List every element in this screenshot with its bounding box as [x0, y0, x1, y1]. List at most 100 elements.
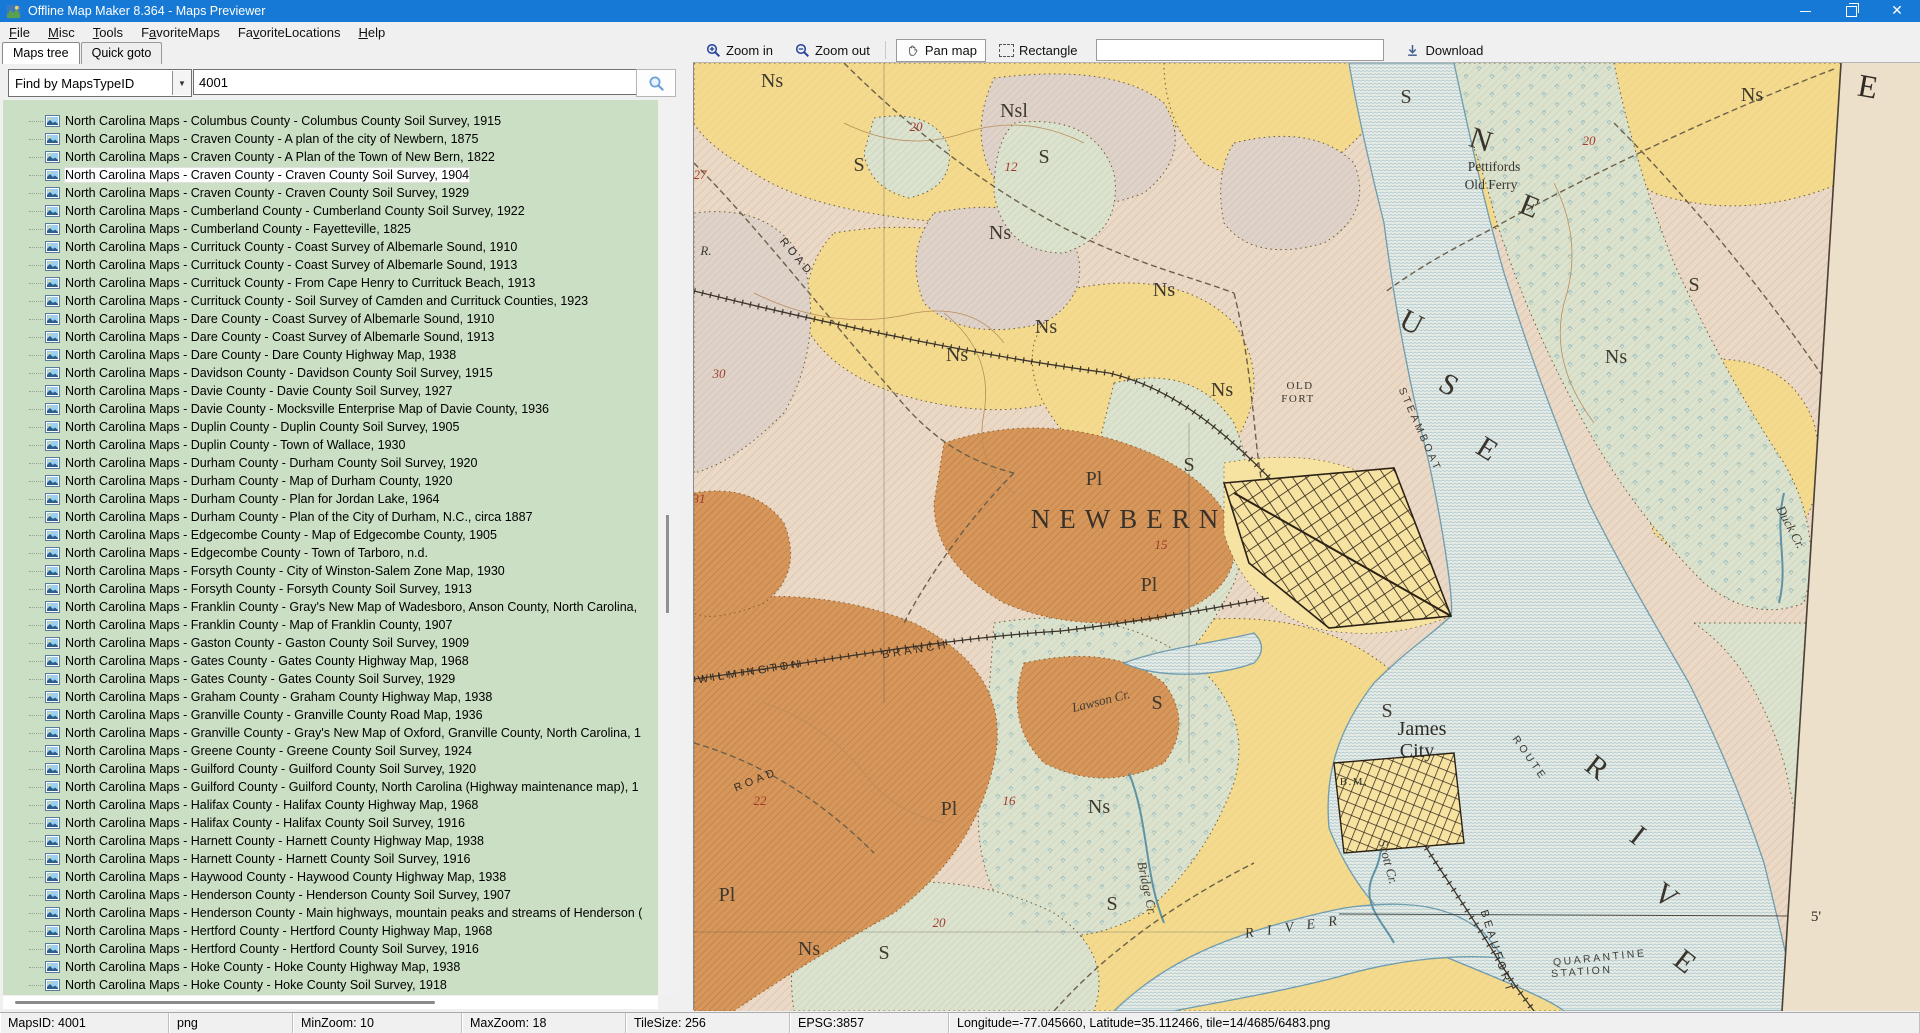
tree-row[interactable]: North Carolina Maps - Currituck County -…	[3, 256, 658, 274]
tree-row[interactable]: North Carolina Maps - Graham County - Gr…	[3, 688, 658, 706]
menu-item-help[interactable]: Help	[349, 24, 394, 41]
tree-row[interactable]: North Carolina Maps - Gates County - Gat…	[3, 652, 658, 670]
menu-item-favoritelocations[interactable]: FavoriteLocations	[229, 24, 350, 41]
tree-row[interactable]: North Carolina Maps - Henderson County -…	[3, 904, 658, 922]
map-toolbar-input[interactable]	[1096, 39, 1384, 61]
tree-row[interactable]: North Carolina Maps - Davie County - Moc…	[3, 400, 658, 418]
tree-row[interactable]: North Carolina Maps - Halifax County - H…	[3, 796, 658, 814]
tree-row[interactable]: North Carolina Maps - Halifax County - H…	[3, 814, 658, 832]
tree-row[interactable]: North Carolina Maps - Cumberland County …	[3, 220, 658, 238]
tree-row[interactable]: North Carolina Maps - Dare County - Dare…	[3, 346, 658, 364]
find-by-dropdown-value: Find by MapsTypeID	[9, 76, 172, 91]
zoom-out-label: Zoom out	[815, 43, 870, 58]
tree-horizontal-scrollbar[interactable]	[3, 996, 658, 1009]
map-image-icon	[45, 547, 60, 559]
tree-row[interactable]: North Carolina Maps - Haywood County - H…	[3, 868, 658, 886]
tab-maps-tree[interactable]: Maps tree	[2, 42, 80, 64]
tree-row[interactable]: North Carolina Maps - Craven County - A …	[3, 130, 658, 148]
tree-row[interactable]: North Carolina Maps - Edgecombe County -…	[3, 526, 658, 544]
tree-row[interactable]: North Carolina Maps - Harnett County - H…	[3, 832, 658, 850]
tree-row[interactable]: North Carolina Maps - Craven County - Cr…	[3, 166, 658, 184]
download-button[interactable]: Download	[1396, 39, 1492, 62]
tree-row[interactable]: North Carolina Maps - Greene County - Gr…	[3, 742, 658, 760]
tree-row-label: North Carolina Maps - Currituck County -…	[65, 294, 588, 308]
map-image-icon	[45, 133, 60, 145]
rectangle-button[interactable]: Rectangle	[990, 39, 1087, 62]
tree-row[interactable]: North Carolina Maps - Durham County - Ma…	[3, 472, 658, 490]
tree-row[interactable]: North Carolina Maps - Cumberland County …	[3, 202, 658, 220]
tree-row[interactable]: North Carolina Maps - Currituck County -…	[3, 238, 658, 256]
tree-row[interactable]: North Carolina Maps - Hertford County - …	[3, 922, 658, 940]
tree-row-label: North Carolina Maps - Haywood County - H…	[65, 870, 506, 884]
tab-quick-goto[interactable]: Quick goto	[81, 42, 163, 64]
tree-row[interactable]: North Carolina Maps - Guilford County - …	[3, 760, 658, 778]
zoom-out-button[interactable]: Zoom out	[786, 39, 879, 62]
menu-item-file[interactable]: File	[0, 24, 39, 41]
tree-connector	[29, 427, 43, 428]
status-cell-4: TileSize: 256	[626, 1013, 790, 1033]
tree-row[interactable]: North Carolina Maps - Durham County - Pl…	[3, 508, 658, 526]
map-preview[interactable]: PettifordsOld FerryNEUSERIVESTEAMBOATROU…	[693, 62, 1920, 1010]
tree-horizontal-scrollbar-thumb[interactable]	[15, 1001, 435, 1004]
menu-item-favoritemaps[interactable]: FavoriteMaps	[132, 24, 229, 41]
zoom-in-button[interactable]: Zoom in	[697, 39, 782, 62]
tree-row[interactable]: North Carolina Maps - Henderson County -…	[3, 886, 658, 904]
tree-row[interactable]: North Carolina Maps - Gaston County - Ga…	[3, 634, 658, 652]
tree-row[interactable]: North Carolina Maps - Duplin County - To…	[3, 436, 658, 454]
tree-row[interactable]: North Carolina Maps - Currituck County -…	[3, 292, 658, 310]
tree-row[interactable]: North Carolina Maps - Davie County - Dav…	[3, 382, 658, 400]
map-image-icon	[45, 241, 60, 253]
tree-row[interactable]: North Carolina Maps - Davidson County - …	[3, 364, 658, 382]
tree-connector	[29, 877, 43, 878]
tree-row[interactable]: North Carolina Maps - Granville County -…	[3, 706, 658, 724]
pan-map-button[interactable]: Pan map	[896, 39, 986, 62]
tree-row-label: North Carolina Maps - Harnett County - H…	[65, 852, 471, 866]
tree-connector	[29, 823, 43, 824]
tree-row[interactable]: North Carolina Maps - Franklin County - …	[3, 616, 658, 634]
tree-row[interactable]: North Carolina Maps - Guilford County - …	[3, 778, 658, 796]
tree-row[interactable]: North Carolina Maps - Harnett County - H…	[3, 850, 658, 868]
search-button[interactable]	[636, 69, 676, 97]
search-input[interactable]	[193, 69, 641, 95]
tree-row-label: North Carolina Maps - Hertford County - …	[65, 924, 492, 938]
find-by-dropdown[interactable]: Find by MapsTypeID ▼	[8, 69, 192, 97]
tree-row[interactable]: North Carolina Maps - Craven County - Cr…	[3, 184, 658, 202]
chevron-down-icon: ▼	[172, 71, 191, 95]
tree-row-label: North Carolina Maps - Currituck County -…	[65, 258, 517, 272]
map-image-icon	[45, 439, 60, 451]
tree-row[interactable]: North Carolina Maps - Forsyth County - F…	[3, 580, 658, 598]
tree-row[interactable]: North Carolina Maps - Craven County - A …	[3, 148, 658, 166]
tree-row[interactable]: North Carolina Maps - Dare County - Coas…	[3, 310, 658, 328]
tree-row[interactable]: North Carolina Maps - Granville County -…	[3, 724, 658, 742]
minimize-button[interactable]	[1782, 0, 1828, 22]
tree-row[interactable]: North Carolina Maps - Duplin County - Du…	[3, 418, 658, 436]
tree-row[interactable]: North Carolina Maps - Currituck County -…	[3, 274, 658, 292]
tree-row[interactable]: North Carolina Maps - Forsyth County - C…	[3, 562, 658, 580]
tree-row[interactable]: North Carolina Maps - Durham County - Pl…	[3, 490, 658, 508]
map-label: 30	[712, 366, 727, 381]
tree-row[interactable]: North Carolina Maps - Gates County - Gat…	[3, 670, 658, 688]
map-label: 20	[910, 119, 924, 134]
tree-row-label: North Carolina Maps - Henderson County -…	[65, 888, 511, 902]
close-button[interactable]: ✕	[1874, 0, 1920, 22]
tree-row[interactable]: North Carolina Maps - Hertford County - …	[3, 940, 658, 958]
tree-row-label: North Carolina Maps - Craven County - A …	[65, 150, 495, 164]
tree-row-label: North Carolina Maps - Graham County - Gr…	[65, 690, 492, 704]
map-label: S	[1151, 692, 1162, 714]
tree-row[interactable]: North Carolina Maps - Dare County - Coas…	[3, 328, 658, 346]
map-image-icon	[45, 529, 60, 541]
tree-vertical-scrollbar[interactable]	[658, 100, 678, 995]
tree-connector	[29, 643, 43, 644]
tree-row[interactable]: North Carolina Maps - Franklin County - …	[3, 598, 658, 616]
tree-vertical-scrollbar-thumb[interactable]	[666, 515, 669, 613]
tree-row-label: North Carolina Maps - Guilford County - …	[65, 762, 476, 776]
restore-button[interactable]	[1828, 0, 1874, 22]
tree-row[interactable]: North Carolina Maps - Hoke County - Hoke…	[3, 976, 658, 994]
tree-row-label: North Carolina Maps - Durham County - Ma…	[65, 474, 452, 488]
menu-item-tools[interactable]: Tools	[84, 24, 132, 41]
tree-row[interactable]: North Carolina Maps - Hoke County - Hoke…	[3, 958, 658, 976]
tree-row[interactable]: North Carolina Maps - Edgecombe County -…	[3, 544, 658, 562]
menu-item-misc[interactable]: Misc	[39, 24, 84, 41]
tree-row[interactable]: North Carolina Maps - Columbus County - …	[3, 112, 658, 130]
tree-row[interactable]: North Carolina Maps - Durham County - Du…	[3, 454, 658, 472]
